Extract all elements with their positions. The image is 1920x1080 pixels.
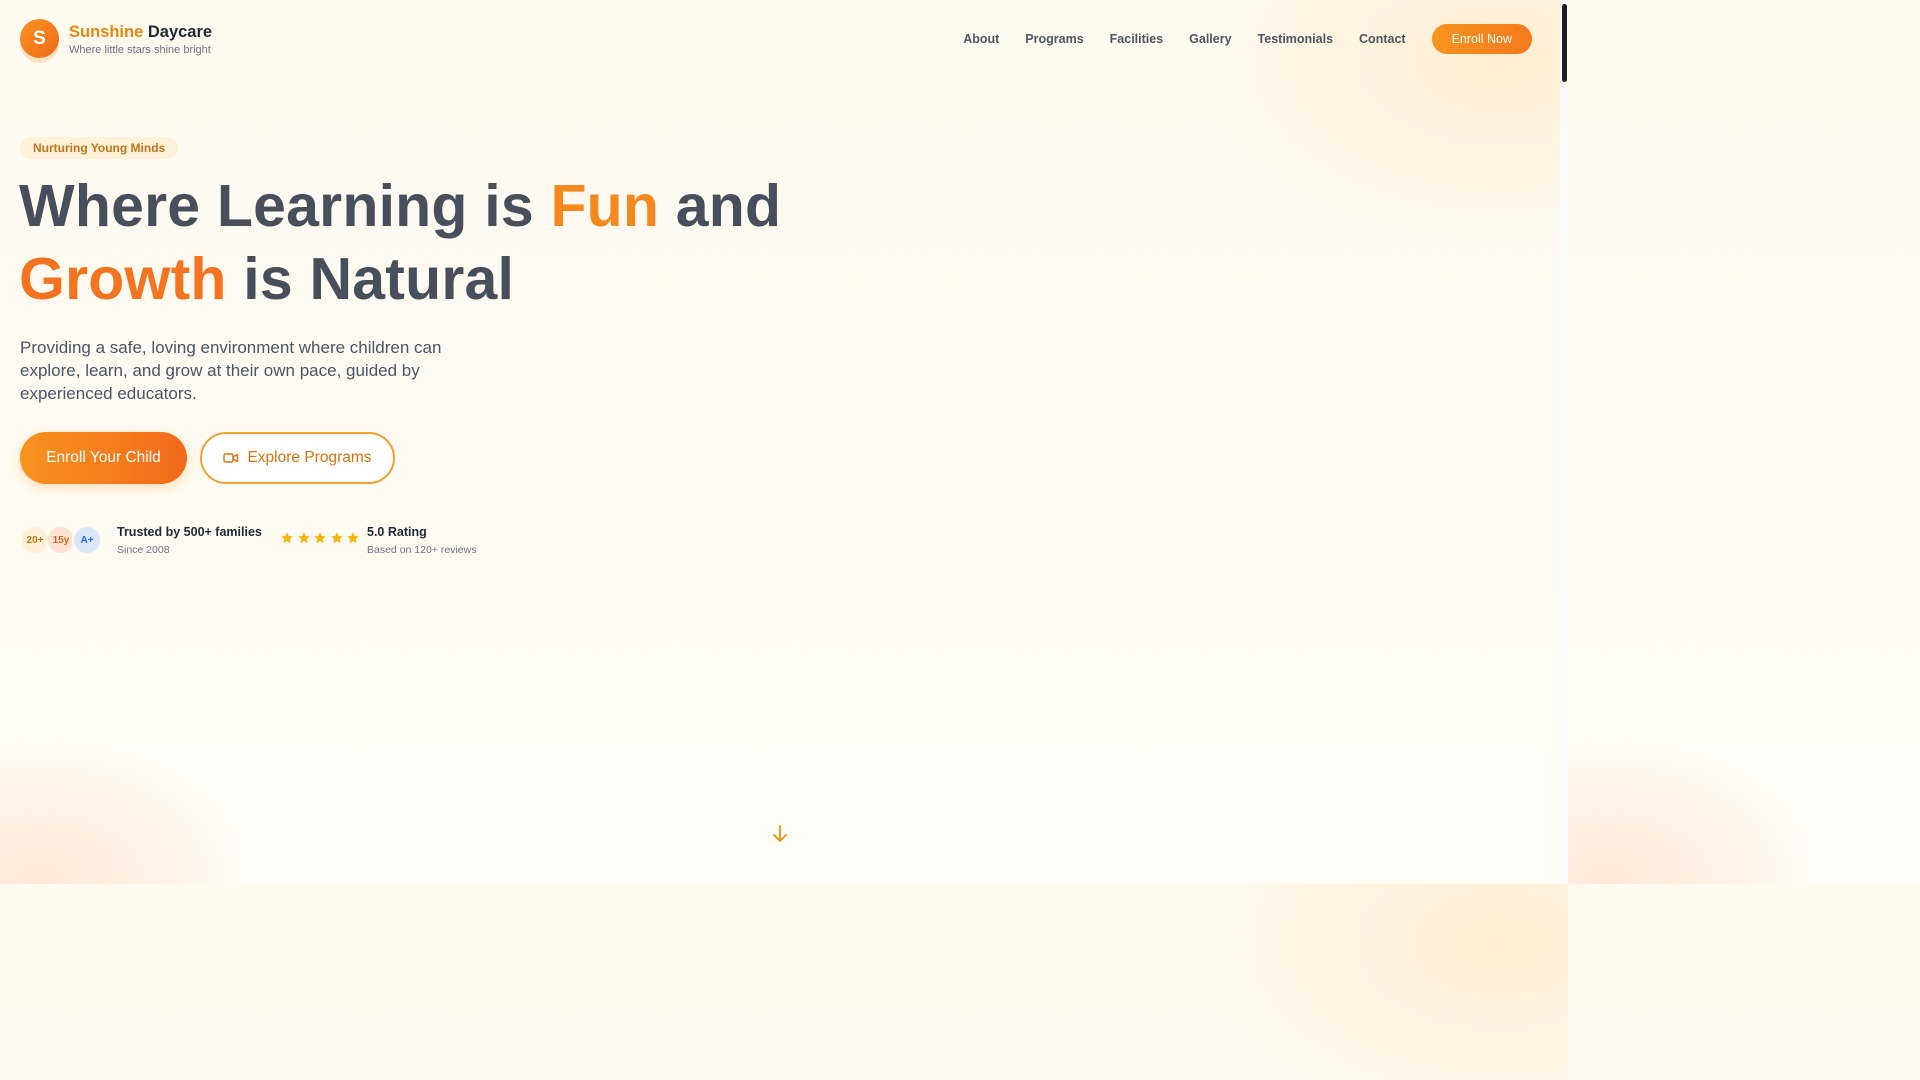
arrow-down-icon[interactable]	[770, 824, 790, 844]
rating-stars	[280, 531, 363, 545]
nav-link-gallery[interactable]: Gallery	[1189, 24, 1231, 54]
headline-part2: and	[659, 173, 782, 239]
scrollbar-thumb[interactable]	[1562, 4, 1567, 82]
nav-link-facilities[interactable]: Facilities	[1110, 24, 1164, 54]
headline-part3: is Natural	[226, 246, 515, 312]
brand-logo[interactable]: S Sunshine Daycare Where little stars sh…	[20, 19, 212, 58]
brand-name-part1: Sunshine	[69, 23, 144, 41]
video-camera-icon	[223, 451, 239, 465]
enroll-now-button[interactable]: Enroll Now	[1431, 24, 1532, 54]
nav-link-contact[interactable]: Contact	[1359, 24, 1406, 54]
brand-name: Sunshine Daycare	[69, 23, 212, 42]
brand-name-part2: Daycare	[147, 23, 213, 41]
star-icon	[281, 532, 293, 544]
nav-link-testimonials[interactable]: Testimonials	[1258, 24, 1333, 54]
hero-badge: Nurturing Young Minds	[20, 137, 179, 159]
star-icon	[297, 532, 310, 544]
rating-info: 5.0 Rating Based on 120+ reviews	[367, 525, 476, 556]
stat-bubble: A+	[72, 525, 102, 555]
logo-mark: S	[20, 19, 59, 58]
main-nav: About Programs Facilities Gallery Testim…	[963, 24, 1532, 54]
explore-programs-button[interactable]: Explore Programs	[200, 432, 395, 484]
families-info: Trusted by 500+ families Since 2008	[117, 525, 262, 556]
headline-part1: Where Learning is	[19, 173, 551, 239]
enroll-your-child-button[interactable]: Enroll Your Child	[20, 432, 187, 484]
hero-description: Providing a safe, loving environment whe…	[20, 338, 442, 403]
star-icon	[330, 532, 343, 544]
rating-title: 5.0 Rating	[367, 525, 427, 539]
nav-link-programs[interactable]: Programs	[1025, 24, 1083, 54]
logo-text: Sunshine Daycare Where little stars shin…	[69, 23, 212, 56]
star-icon	[347, 532, 359, 544]
nav-link-about[interactable]: About	[963, 24, 999, 54]
page-scrollbar[interactable]	[1560, 0, 1568, 884]
brand-tagline: Where little stars shine bright	[69, 44, 211, 56]
star-icon	[314, 532, 326, 544]
hero-headline: Where Learning is Fun and Growth is Natur…	[19, 170, 839, 316]
rating-sub: Based on 120+ reviews	[367, 544, 477, 556]
headline-highlight-fun: Fun	[550, 173, 660, 239]
site-header: S Sunshine Daycare Where little stars sh…	[0, 0, 1560, 78]
families-sub: Since 2008	[117, 544, 170, 556]
headline-highlight-growth: Growth	[19, 246, 227, 312]
explore-programs-label: Explore Programs	[247, 449, 372, 466]
families-title: Trusted by 500+ families	[117, 525, 262, 539]
